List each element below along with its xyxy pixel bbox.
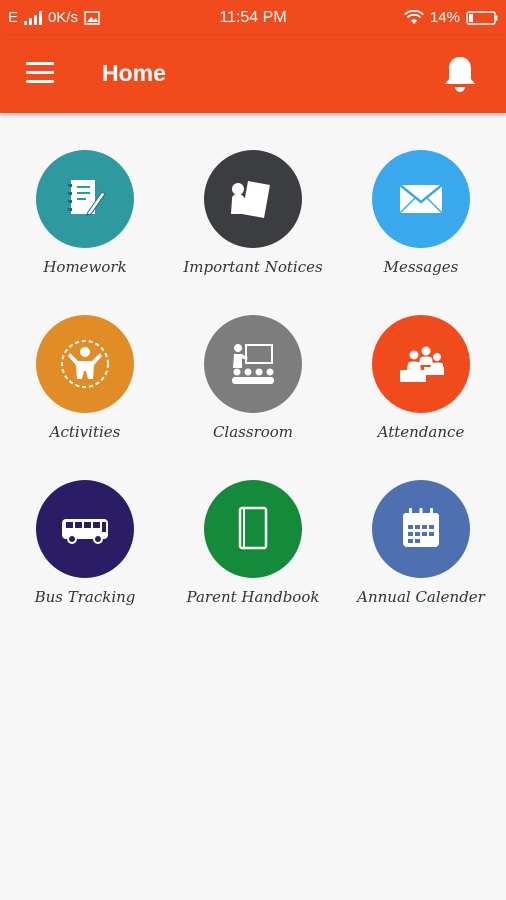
page-title: Home (102, 60, 166, 86)
tile-parent-handbook[interactable]: Parent Handbook (169, 480, 337, 606)
attendance-students-icon (400, 346, 444, 382)
handbook-circle (204, 480, 302, 578)
activity-person-icon (61, 340, 109, 388)
status-right: 14% (404, 9, 498, 26)
tile-label: Homework (43, 258, 127, 276)
tile-annual-calender[interactable]: Annual Calender (337, 480, 505, 606)
tile-bus-tracking[interactable]: Bus Tracking (1, 480, 169, 606)
calendar-circle (372, 480, 470, 578)
bus-icon (62, 519, 108, 544)
status-bar: E 0K/s 11:54 PM 14% (0, 0, 506, 36)
tile-label: Attendance (377, 423, 465, 441)
notices-circle (204, 150, 302, 248)
bus-circle (36, 480, 134, 578)
tile-label: Annual Calender (357, 588, 485, 606)
tile-label: Classroom (212, 423, 294, 441)
tile-attendance[interactable]: Attendance (337, 315, 505, 441)
book-icon (238, 506, 268, 550)
classroom-circle (204, 315, 302, 413)
messages-circle (372, 150, 470, 248)
tile-label: Bus Tracking (34, 588, 136, 606)
tile-activities[interactable]: Activities (1, 315, 169, 441)
tile-classroom[interactable]: Classroom (169, 315, 337, 441)
battery-level-label: 14% (429, 9, 460, 26)
tile-homework[interactable]: Homework (1, 150, 169, 276)
tile-label: Important Notices (183, 258, 323, 276)
tile-label: Parent Handbook (186, 588, 320, 606)
tile-label: Activities (49, 423, 121, 441)
battery-icon (466, 10, 498, 25)
notice-board-icon (231, 181, 270, 218)
tile-important-notices[interactable]: Important Notices (169, 150, 337, 276)
tile-messages[interactable]: Messages (337, 150, 505, 276)
tile-label: Messages (383, 258, 459, 276)
hamburger-menu-icon[interactable] (26, 62, 54, 84)
homework-circle (36, 150, 134, 248)
calendar-icon (403, 508, 439, 547)
activities-circle (36, 315, 134, 413)
wifi-icon (404, 10, 424, 24)
envelope-icon (399, 184, 443, 214)
classroom-teacher-icon (232, 344, 274, 384)
app-bar: Home (0, 36, 506, 113)
homework-notebook-icon (68, 180, 106, 216)
bell-icon[interactable] (442, 54, 478, 94)
attendance-circle (372, 315, 470, 413)
